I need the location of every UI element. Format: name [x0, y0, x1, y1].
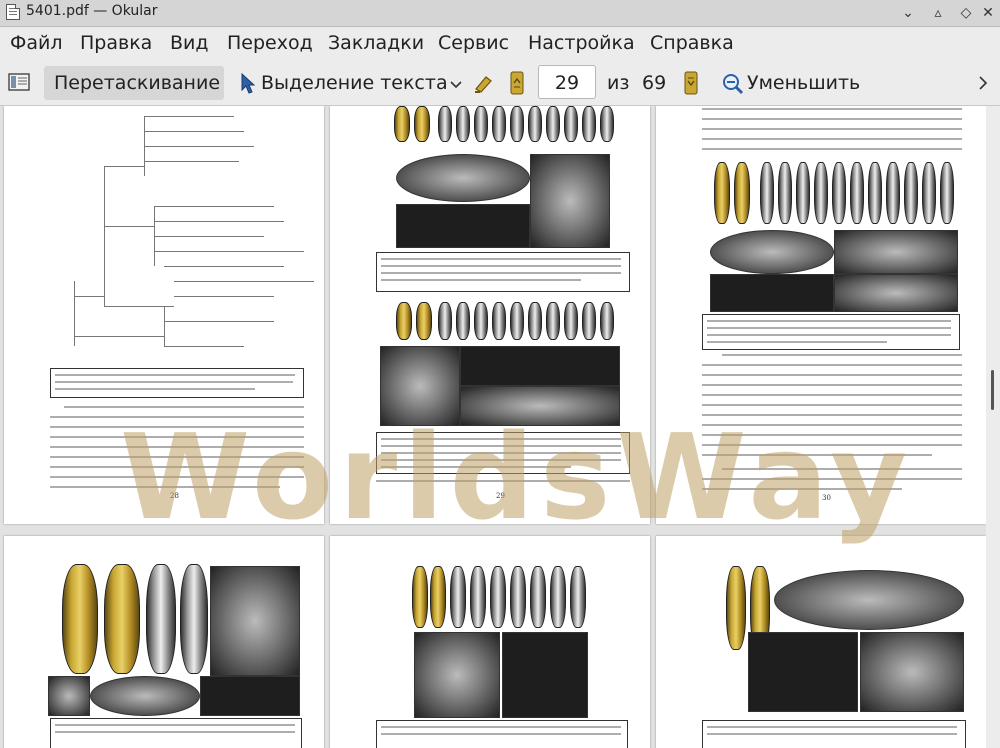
browse-tool-label: Перетаскивание	[54, 72, 221, 94]
menu-edit[interactable]: Правка	[80, 32, 152, 54]
document-icon	[6, 4, 20, 20]
zoom-out-icon[interactable]	[722, 73, 744, 99]
text-select-tool-button[interactable]: Выделение текста	[261, 72, 448, 94]
main-toolbar: Перетаскивание Выделение текста 29 из 69…	[0, 61, 1000, 106]
menu-view[interactable]: Вид	[170, 32, 209, 54]
figure-caption	[376, 720, 628, 748]
watermark: WorldsWay	[120, 408, 914, 546]
page-of-label: из	[607, 72, 630, 94]
minimize-icon[interactable]: ⌄	[898, 3, 918, 23]
menu-bar: Файл Правка Вид Переход Закладки Сервис …	[0, 27, 1000, 61]
scrollbar-thumb[interactable]	[991, 370, 994, 410]
page-31	[4, 536, 324, 748]
figure-caption	[50, 718, 302, 748]
chevron-down-icon[interactable]	[450, 75, 462, 94]
page-33	[656, 536, 986, 748]
window-title: 5401.pdf — Okular	[26, 3, 158, 19]
figure-caption	[50, 368, 304, 398]
figure-caption	[702, 314, 960, 350]
menu-bookmarks[interactable]: Закладки	[328, 32, 424, 54]
page-32	[330, 536, 650, 748]
zoom-out-button[interactable]: Уменьшить	[747, 72, 860, 94]
maximize-icon[interactable]: ◇	[956, 3, 976, 23]
document-view[interactable]: 28 29 30 WorldsWay	[0, 106, 986, 748]
figure-caption	[376, 252, 630, 292]
restore-icon[interactable]: ▵	[928, 3, 948, 23]
title-bar: 5401.pdf — Okular ⌄ ▵ ◇ ✕	[0, 0, 1000, 27]
menu-settings[interactable]: Настройка	[528, 32, 635, 54]
toolbar-overflow-icon[interactable]	[978, 75, 988, 94]
previous-page-icon[interactable]	[510, 71, 524, 99]
menu-help[interactable]: Справка	[650, 32, 734, 54]
next-page-icon[interactable]	[684, 71, 698, 99]
phylogenetic-tree-figure	[44, 106, 314, 358]
total-pages-label: 69	[642, 72, 667, 94]
highlighter-icon[interactable]	[472, 71, 496, 99]
page-number-input[interactable]: 29	[538, 65, 596, 99]
vertical-scrollbar[interactable]	[986, 106, 1000, 748]
menu-tools[interactable]: Сервис	[438, 32, 509, 54]
figure-caption	[702, 720, 966, 748]
sidebar-toggle-icon[interactable]	[8, 72, 30, 96]
menu-file[interactable]: Файл	[10, 32, 63, 54]
close-icon[interactable]: ✕	[978, 3, 998, 23]
cursor-icon	[240, 72, 256, 99]
browse-tool-button[interactable]: Перетаскивание	[44, 66, 224, 100]
menu-go[interactable]: Переход	[227, 32, 313, 54]
